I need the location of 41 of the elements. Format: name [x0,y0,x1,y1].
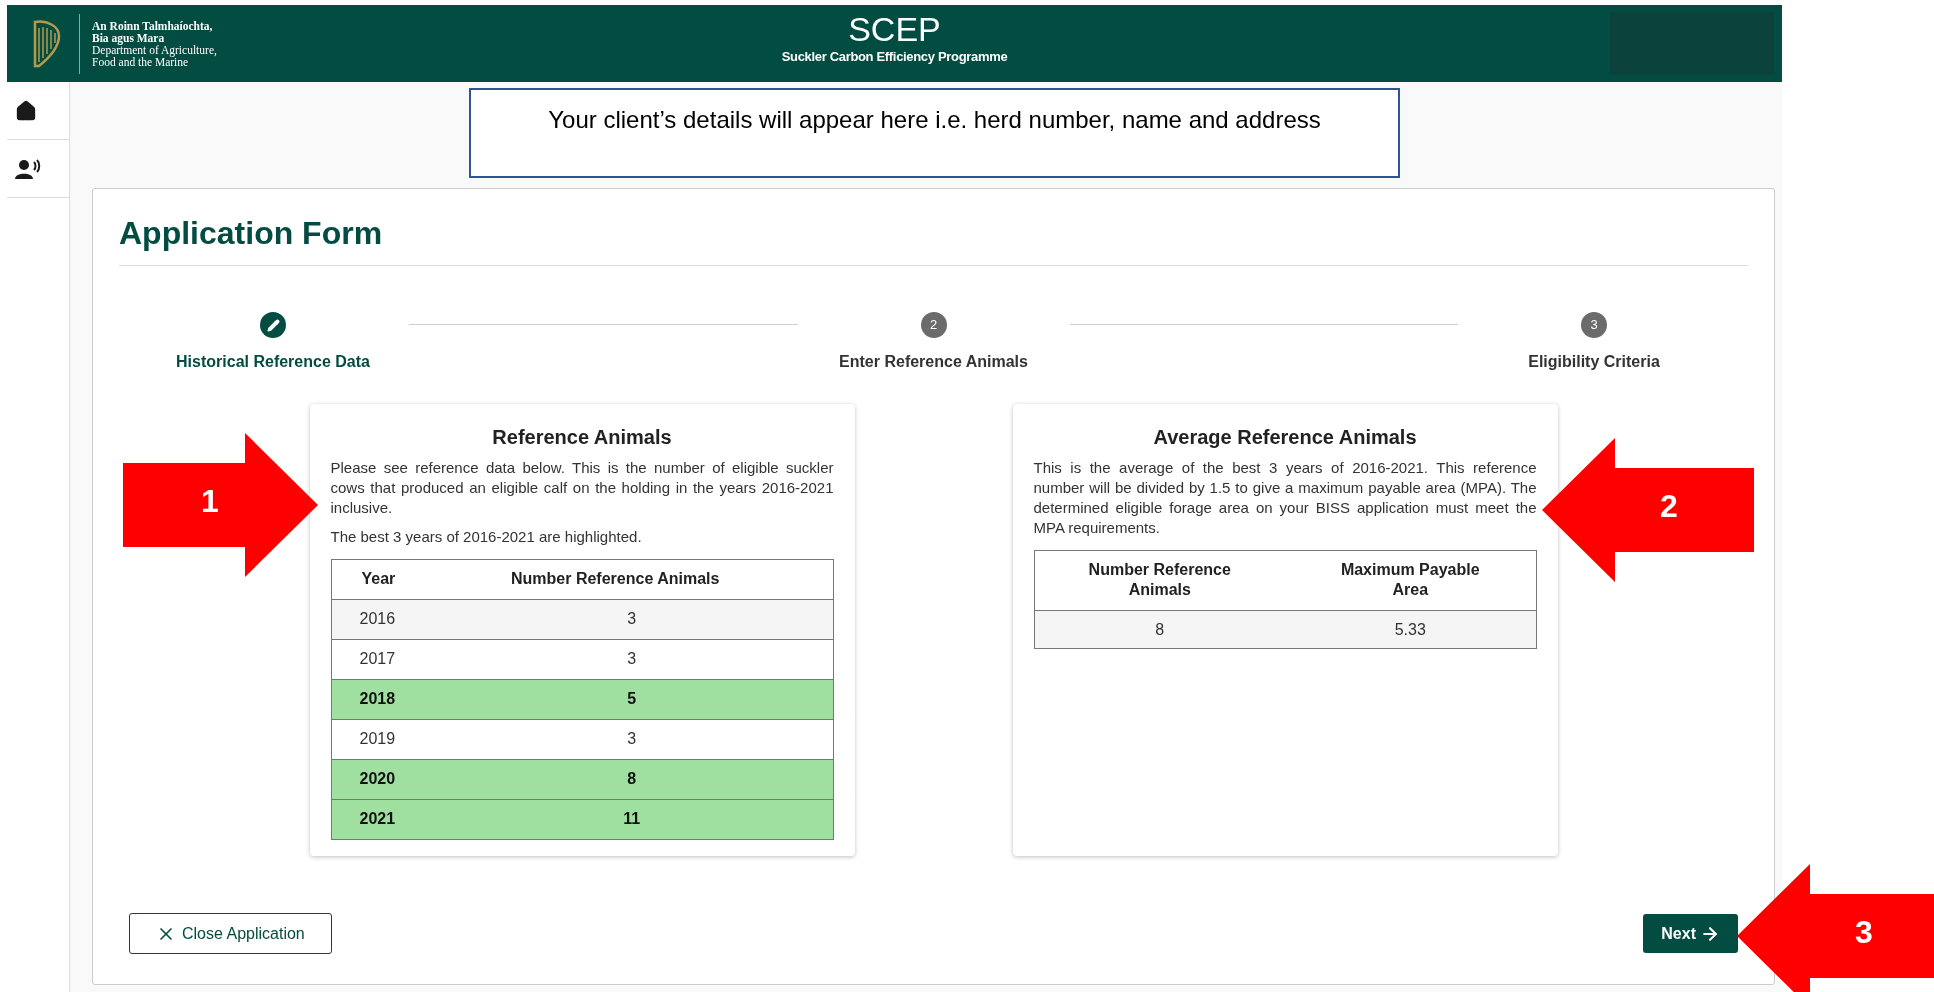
column-header: Number Reference Animals [491,559,833,599]
step-indicator[interactable]: 2 [920,312,947,338]
table-cell: 5 [491,679,833,719]
step-label: Eligibility Criteria [1528,352,1660,372]
table-cell: 2018 [331,679,491,719]
callout-number: 1 [201,485,219,517]
next-button[interactable]: Next [1643,914,1738,953]
card-description: This is the average of the best 3 years of 2016-2021. This reference number will be divided by 1.5 to give a maximum payable area (MPA). The determined eligible forage area on your BISS application must meet the MPA requirements. [1033,458,1537,538]
card-title: Reference Animals [491,425,673,450]
table-cell: 3 [491,719,833,759]
table-cell: 11 [491,799,833,839]
table-cell: 8 [491,759,833,799]
home-icon[interactable] [15,99,37,122]
app-subtitle: Suckler Carbon Efficiency Programme [781,48,1008,66]
step-indicator[interactable]: 3 [1581,312,1607,338]
callout-number: 3 [1855,916,1873,948]
table-cell: 3 [491,599,833,639]
table-cell: 2019 [331,719,491,759]
client-details-box: Your client’s details will appear here i.e. herd number, name and address [469,88,1400,178]
column-header: Year [331,559,491,599]
table-cell: 2020 [331,759,491,799]
card-note: The best 3 years of 2016-2021 are highlighted. [330,527,643,547]
step-indicator[interactable] [260,312,286,338]
app-title: SCEP [848,11,941,47]
person-speaking-icon[interactable] [15,158,41,179]
card-description: Please see reference data below. This is the number of eligible suckler cows that produced an eligible calf on the holding in the years 2016-2021 inclusive. [330,458,834,518]
department-name: An Roinn Talmhaíochta, Bia agus Mara Department of Agriculture, Food and the Marine [92,19,217,68]
step-label: Enter Reference Animals [839,352,1028,372]
table-cell: 3 [491,639,833,679]
card-title: Average Reference Animals [1152,425,1418,450]
table-cell: 2021 [331,799,491,839]
close-application-button[interactable]: Close Application [129,913,332,954]
table-cell: 5.33 [1285,610,1536,649]
step-label: Historical Reference Data [176,352,370,372]
table-cell: 8 [1034,610,1285,649]
column-header: Number Reference Animals [1087,559,1232,600]
table-cell: 2016 [331,599,491,639]
column-header: Maximum Payable Area [1339,559,1481,600]
table-cell: 2017 [331,639,491,679]
form-title: Application Form [119,189,1748,266]
callout-number: 2 [1660,490,1678,522]
